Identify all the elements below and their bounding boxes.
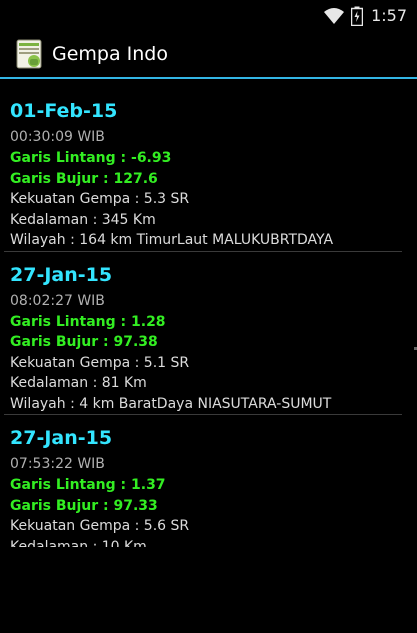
quake-date: 27-Jan-15	[10, 263, 113, 286]
quake-time: 00:30:09 WIB	[10, 129, 105, 145]
battery-icon	[351, 6, 364, 26]
list-item[interactable]: 01-Feb-15 00:30:09 WIB Garis Lintang : -…	[0, 96, 402, 251]
quake-region: Wilayah : 4 km BaratDaya NIASUTARA-SUMUT	[10, 395, 332, 412]
list-divider	[4, 414, 402, 415]
quake-list[interactable]: 01-Feb-15 00:30:09 WIB Garis Lintang : -…	[0, 79, 417, 547]
wifi-icon	[324, 7, 345, 24]
quake-magnitude: Kekuatan Gempa : 5.3 SR	[10, 191, 190, 207]
quake-time: 08:02:27 WIB	[10, 292, 105, 309]
action-bar: Gempa Indo	[0, 31, 417, 77]
list-divider	[4, 250, 402, 252]
status-time: 1:57	[371, 6, 407, 25]
quake-latitude: Garis Lintang : -6.93	[10, 150, 172, 166]
quake-longitude: Garis Bujur : 97.38	[10, 334, 158, 350]
quake-depth: Kedalaman : 81 Km	[10, 375, 147, 391]
quake-time: 07:53:22 WIB	[10, 456, 105, 472]
quake-latitude: Garis Lintang : 1.37	[10, 477, 166, 493]
quake-date: 27-Jan-15	[10, 427, 113, 449]
quake-magnitude: Kekuatan Gempa : 5.1 SR	[10, 354, 190, 371]
list-item[interactable]: 27-Jan-15 08:02:27 WIB Garis Lintang : 1…	[0, 260, 402, 415]
app-icon[interactable]	[16, 39, 42, 69]
quake-depth: Kedalaman : 10 Km	[10, 538, 147, 548]
status-bar: 1:57	[0, 0, 417, 31]
quake-longitude: Garis Bujur : 127.6	[10, 170, 158, 187]
quake-date: 01-Feb-15	[10, 100, 118, 122]
list-item[interactable]: 27-Jan-15 07:53:22 WIB Garis Lintang : 1…	[0, 423, 402, 547]
quake-region: Wilayah : 164 km TimurLaut MALUKUBRTDAYA	[10, 232, 334, 248]
app-title: Gempa Indo	[52, 43, 168, 65]
quake-latitude: Garis Lintang : 1.28	[10, 313, 166, 330]
quake-depth: Kedalaman : 345 Km	[10, 211, 156, 228]
quake-longitude: Garis Bujur : 97.33	[10, 497, 158, 514]
quake-magnitude: Kekuatan Gempa : 5.6 SR	[10, 518, 190, 534]
